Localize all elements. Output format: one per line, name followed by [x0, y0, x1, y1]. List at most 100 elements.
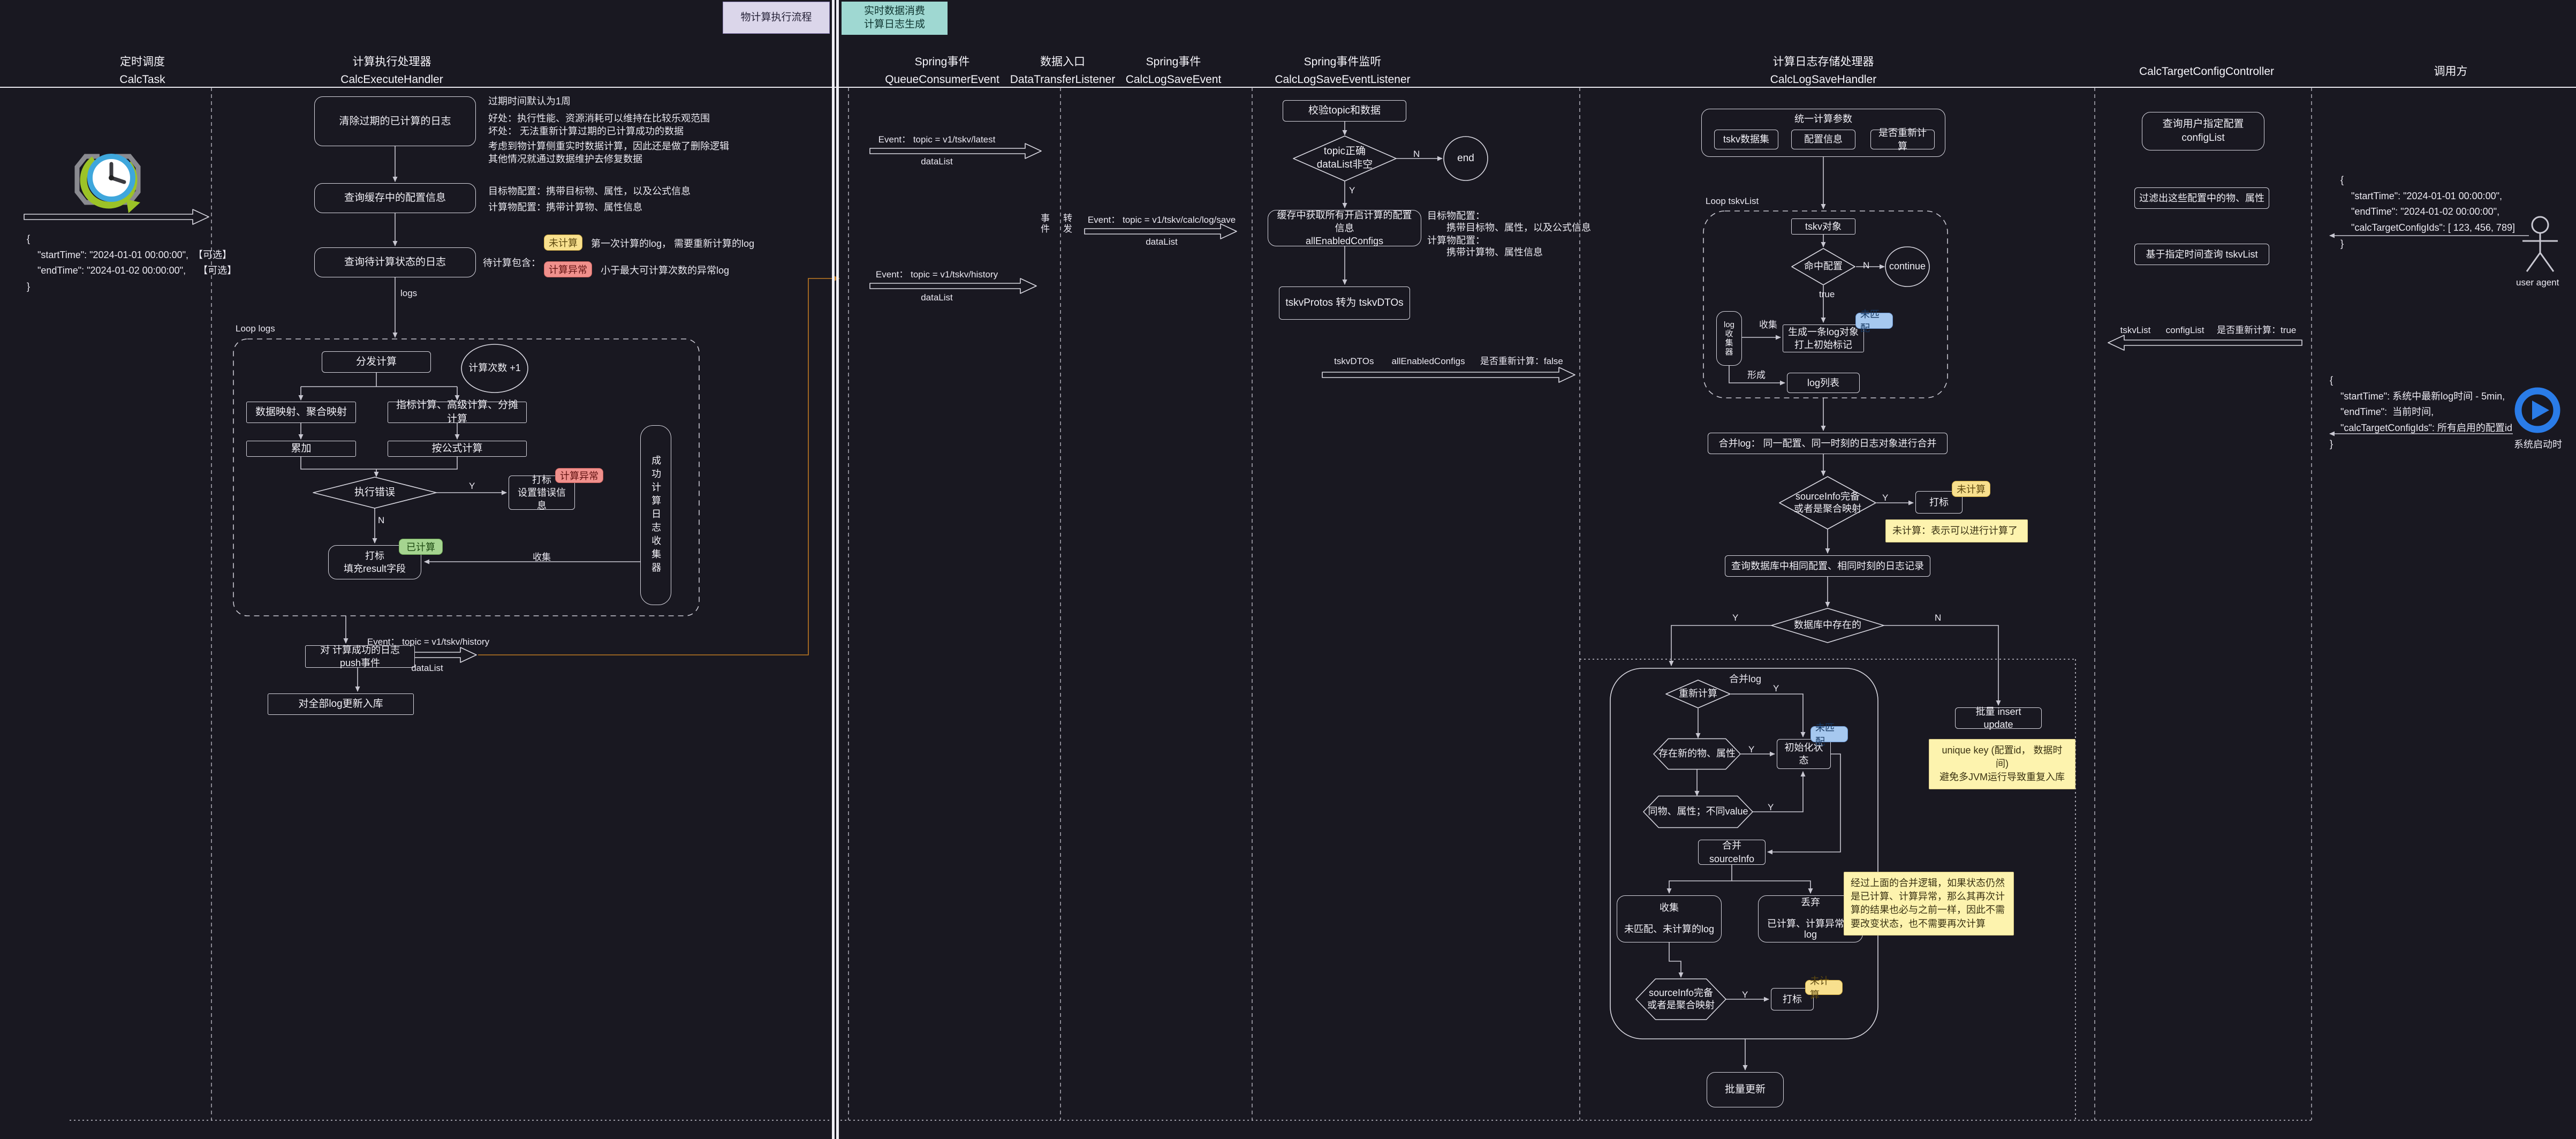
- badge-unmatched: 未匹配: [1810, 726, 1848, 742]
- header-save-handler: 计算日志存储处理器CalcLogSaveHandler: [1770, 54, 1876, 88]
- note-cons: 坏处： 无法重新计算过期的已计算成功的数据: [488, 124, 684, 139]
- node-index-calc: 指标计算、高级计算、分摊计算: [388, 402, 527, 423]
- connector: [301, 457, 457, 469]
- node-batch-insert-update: 批量 insert update: [1955, 707, 2042, 729]
- label-exists-in-db: 数据库中存在的: [1772, 613, 1883, 638]
- label-new-things: 存在新的物、属性: [1654, 740, 1740, 768]
- node-merge-sourceinfo: 合并 sourceInfo: [1698, 840, 1766, 865]
- label-yes: Y: [1882, 493, 1888, 503]
- note-target-config-body: 携带目标物、属性，以及公式信息: [1446, 221, 1591, 235]
- label-recalc: 重新计算: [1667, 681, 1729, 707]
- badge-unmatched: 未匹配: [1855, 313, 1893, 329]
- label-yes: Y: [1748, 744, 1754, 755]
- label-event-history: Event： topic = v1/tskv/history: [348, 634, 509, 647]
- node-collect-unmatched: 收集 未匹配、未计算的log: [1617, 895, 1722, 942]
- label-continue: continue: [1886, 254, 1929, 280]
- scheduler-clock-icon: [73, 145, 144, 215]
- connector: [1669, 865, 1732, 893]
- badge-not-calculated: 未计算: [1952, 481, 1990, 497]
- node-data-mapping: 数据映射、聚合映射: [246, 402, 356, 423]
- note-error-log: 小于最大可计算次数的异常log: [601, 263, 729, 278]
- label-listener-out-args: tskvDTOs allEnabledConfigs 是否重新计算：false: [1322, 353, 1575, 367]
- node-merge-log: 合并log： 同一配置、同一时刻的日志对象进行合并: [1708, 433, 1948, 454]
- sticky-not-calculated-means: 未计算：表示可以进行计算了: [1885, 519, 2028, 542]
- node-query-by-time: 基于指定时间查询 tskvList: [2134, 244, 2269, 265]
- label-end: end: [1444, 146, 1487, 171]
- label-no: N: [1413, 149, 1420, 160]
- label-yes: Y: [1768, 802, 1774, 813]
- diagram-canvas: 物计算执行流程 实时数据消费 计算日志生成 定时调度CalcTask 计算执行处…: [0, 0, 2576, 1139]
- connector: [1883, 625, 1998, 705]
- note-consideration: 考虑到物计算侧重实时数据计算，因此还是做了删除逻辑: [488, 139, 729, 154]
- node-clean-expired-logs: 清除过期的已计算的日志: [314, 96, 476, 146]
- node-log-collector: log 收 集 器: [1716, 311, 1742, 366]
- node-update-all-logs: 对全部log更新入库: [268, 693, 414, 715]
- label-event-forward-1: 事 件: [1041, 213, 1050, 235]
- calctask-payload: { "startTime": "2024-01-01 00:00:00", 【可…: [27, 231, 237, 295]
- label-event-latest: Event： topic = v1/tskv/latest: [857, 132, 1017, 145]
- label-loop-logs: Loop logs: [236, 323, 275, 334]
- badge-calc-error: 计算异常: [555, 468, 603, 483]
- label-same-things: 同物、属性；不同value: [1645, 798, 1752, 826]
- header-exec: 计算执行处理器CalcExecuteHandler: [340, 54, 443, 88]
- connector: [1732, 881, 1810, 893]
- fat-arrow-event-history: [870, 278, 1036, 293]
- caller-payload: { "startTime": 系统中最新log时间 - 5min, "endTi…: [2330, 373, 2512, 452]
- node-batch-update: 批量更新: [1707, 1072, 1784, 1107]
- label-no: N: [1863, 260, 1869, 271]
- sticky-unique-key: unique key (配置id， 数据时间) 避免多JVM运行导致重复入库: [1929, 739, 2075, 789]
- note-first-calc-log: 第一次计算的log， 需要重新计算的log: [591, 237, 754, 251]
- label-form: 形成: [1747, 367, 1766, 381]
- node-generate-log: 生成一条log对象 打上初始标记: [1783, 325, 1864, 352]
- column-divider-bar: [832, 0, 835, 1139]
- header-caller: 调用方: [2434, 63, 2468, 81]
- node-success-log-collector: 成功计算日志收集器: [640, 425, 671, 605]
- label-sourceinfo-complete: sourceInfo完备 或者是聚合映射: [1781, 478, 1875, 528]
- note-other-cases: 其他情况就通过数据维护去修复数据: [488, 152, 642, 167]
- label-collect: 收集: [533, 549, 551, 563]
- system-startup-play-icon: [2518, 391, 2557, 429]
- label-hit-config: 命中配置: [1793, 254, 1853, 280]
- fat-arrow-controller-out: [2108, 335, 2302, 350]
- label-topic-ok: topic正确 dataList非空: [1297, 138, 1393, 179]
- badge-calc-error: 计算异常: [544, 261, 592, 277]
- node-query-user-config: 查询用户指定配置 configList: [2142, 112, 2264, 150]
- label-datalist: dataList: [857, 156, 1017, 167]
- legend-log-generation: 实时数据消费 计算日志生成: [842, 2, 948, 35]
- note-pending-includes: 待计算包含：: [483, 256, 541, 270]
- header-data-transfer: 数据入口DataTransferListener: [1010, 54, 1115, 88]
- label-event-history: Event： topic = v1/tskv/history: [857, 267, 1017, 280]
- label-datalist: dataList: [857, 292, 1017, 303]
- controller-payload: { "startTime": "2024-01-01 00:00:00", "e…: [2340, 172, 2515, 252]
- column-divider-bar: [836, 0, 839, 1139]
- header-calctask: 定时调度CalcTask: [119, 54, 165, 88]
- node-tskv-dataset: tskv数据集: [1714, 130, 1778, 149]
- label-no: N: [378, 515, 384, 526]
- node-log-list: log列表: [1787, 373, 1860, 393]
- node-recalc-flag: 是否重新计算: [1870, 130, 1935, 149]
- note-calc-config: 计算物配置：携带计算物、属性信息: [488, 200, 642, 215]
- label-yes: Y: [1732, 613, 1738, 623]
- label-yes: Y: [1773, 683, 1779, 694]
- label-yes: Y: [1742, 990, 1748, 1000]
- label-event-forward-2: 转 发: [1063, 213, 1072, 235]
- node-config-info: 配置信息: [1791, 130, 1855, 149]
- header-save-event: Spring事件CalcLogSaveEvent: [1126, 54, 1222, 88]
- header-listener: Spring事件监听CalcLogSaveEventListener: [1275, 54, 1410, 88]
- note-target-config: 目标物配置：携带目标物、属性，以及公式信息: [488, 184, 691, 199]
- label-collect: 收集: [1759, 317, 1777, 330]
- node-validate-topic: 校验topic和数据: [1283, 100, 1406, 122]
- user-agent-icon: [2522, 217, 2558, 271]
- label-yes: Y: [469, 481, 475, 492]
- label-no: N: [1935, 613, 1941, 623]
- connector: [1669, 942, 1681, 977]
- label-user-agent: user agent: [2516, 277, 2570, 288]
- label-sourceinfo-complete-2: sourceInfo完备 或者是聚合映射: [1637, 980, 1725, 1019]
- badge-not-calculated: 未计算: [544, 235, 582, 251]
- node-dispatch-calc: 分发计算: [322, 351, 431, 373]
- note-calc-config-body: 携带计算物、属性信息: [1446, 245, 1543, 260]
- node-query-pending-logs: 查询待计算状态的日志: [314, 247, 476, 277]
- sticky-merge-logic: 经过上面的合并逻辑，如果状态仍然 是已计算、计算异常，那么其再次计 算的结果也必…: [1844, 872, 2014, 936]
- fat-arrow-listener-out: [1322, 367, 1575, 382]
- label-merge-log-container: 合并log: [1729, 672, 1761, 685]
